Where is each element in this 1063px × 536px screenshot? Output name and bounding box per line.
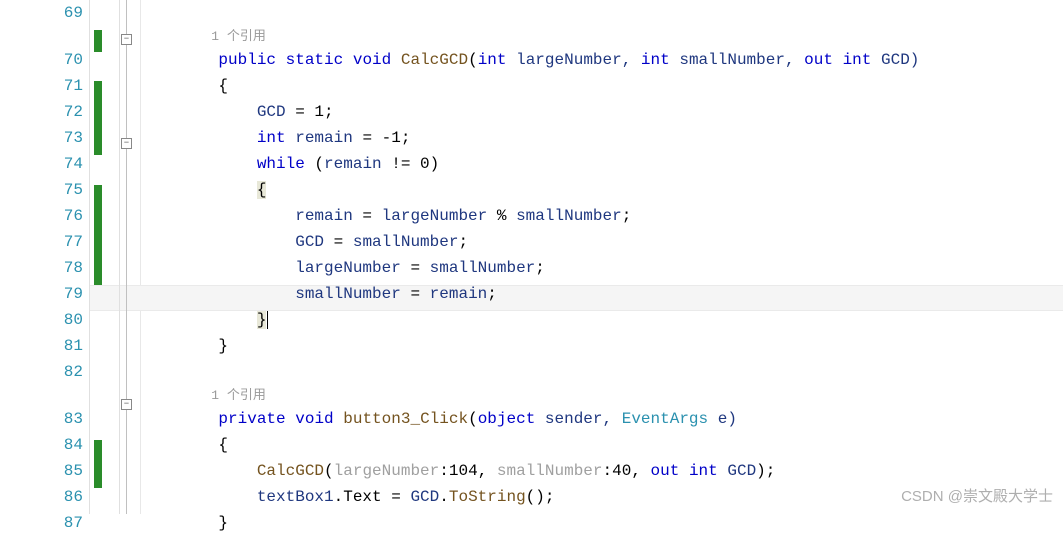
line-number-gutter: 69 70 71 72 73 74 75 76 77 78 79 80 81 8… [0, 0, 90, 514]
line-number: 70 [0, 47, 83, 73]
change-marker [94, 81, 102, 155]
line-number: 78 [0, 255, 83, 281]
change-marker [94, 30, 102, 52]
change-marker [94, 185, 102, 285]
text-cursor [267, 311, 268, 329]
code-line[interactable]: GCD = smallNumber; [180, 229, 1063, 255]
code-line[interactable]: remain = largeNumber % smallNumber; [180, 203, 1063, 229]
code-line[interactable]: GCD = 1; [180, 99, 1063, 125]
codelens-references[interactable]: 1 个引用 [180, 385, 1063, 406]
line-number: 79 [0, 281, 83, 307]
code-line[interactable]: } [180, 333, 1063, 359]
line-number: 69 [0, 0, 83, 26]
line-number: 76 [0, 203, 83, 229]
code-line[interactable] [180, 0, 1063, 26]
change-marker [94, 440, 102, 488]
line-number: 86 [0, 484, 83, 510]
line-number: 81 [0, 333, 83, 359]
line-number: 83 [0, 406, 83, 432]
code-line[interactable] [180, 359, 1063, 385]
code-line[interactable]: textBox1.Text = GCD.ToString(); [180, 484, 1063, 510]
code-line[interactable]: CalcGCD(largeNumber:104, smallNumber:40,… [180, 458, 1063, 484]
code-line[interactable]: public static void CalcGCD(int largeNumb… [180, 47, 1063, 73]
code-area[interactable]: 1 个引用 public static void CalcGCD(int lar… [140, 0, 1063, 514]
line-number: 74 [0, 151, 83, 177]
line-number: 73 [0, 125, 83, 151]
fold-toggle-icon[interactable]: − [121, 34, 132, 45]
fold-column: − − − [120, 0, 140, 514]
line-number: 72 [0, 99, 83, 125]
fold-toggle-icon[interactable]: − [121, 399, 132, 410]
change-margin [90, 0, 120, 514]
line-number: 77 [0, 229, 83, 255]
code-line[interactable]: { [180, 73, 1063, 99]
code-line[interactable]: { [180, 177, 1063, 203]
line-number: 71 [0, 73, 83, 99]
fold-toggle-icon[interactable]: − [121, 138, 132, 149]
code-line[interactable]: largeNumber = smallNumber; [180, 255, 1063, 281]
line-number: 84 [0, 432, 83, 458]
line-number: 82 [0, 359, 83, 385]
code-line[interactable]: smallNumber = remain; [180, 281, 1063, 307]
code-line[interactable]: while (remain != 0) [180, 151, 1063, 177]
code-line[interactable]: } [180, 307, 1063, 333]
codelens-references[interactable]: 1 个引用 [180, 26, 1063, 47]
line-number: 75 [0, 177, 83, 203]
line-number: 80 [0, 307, 83, 333]
line-number: 85 [0, 458, 83, 484]
code-line[interactable]: { [180, 432, 1063, 458]
code-editor[interactable]: 69 70 71 72 73 74 75 76 77 78 79 80 81 8… [0, 0, 1063, 514]
code-line[interactable]: int remain = -1; [180, 125, 1063, 151]
code-line[interactable]: private void button3_Click(object sender… [180, 406, 1063, 432]
